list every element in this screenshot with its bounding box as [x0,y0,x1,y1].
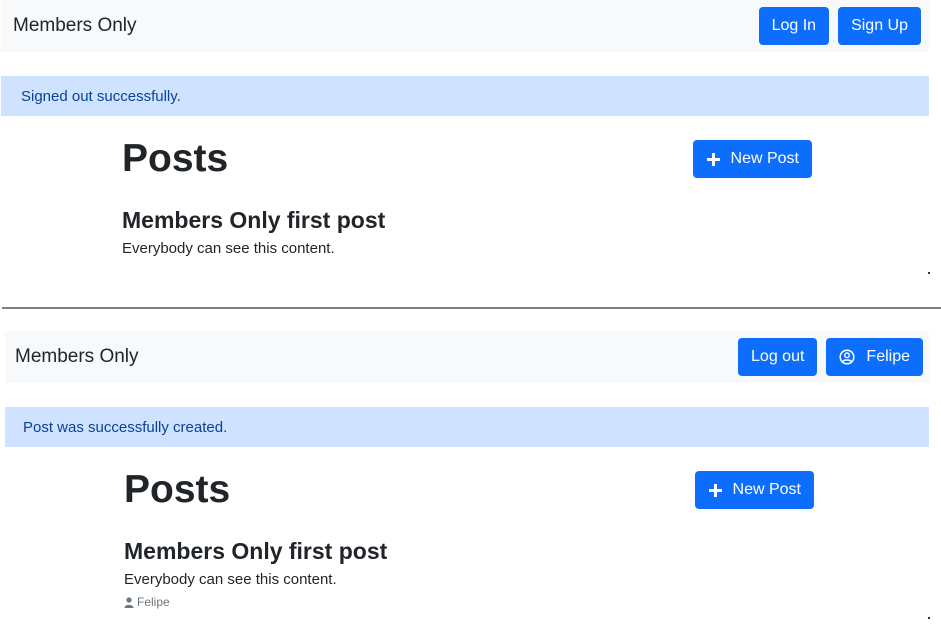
plus-icon [706,152,720,166]
new-post-button[interactable]: New Post [694,471,814,509]
navbar: Members Only Log In Sign Up [1,0,929,52]
posts-header: Posts New Post [124,467,814,513]
post-item: Members Only first post Everybody can se… [122,206,812,259]
plus-icon [708,483,722,497]
navbar-actions: Log out Felipe [738,338,923,376]
post-item: Members Only first post Everybody can se… [124,537,814,609]
screen-divider [2,307,941,309]
brand-link[interactable]: Members Only [15,346,139,368]
flash-notice: Signed out successfully. [1,76,929,116]
post-body: Everybody can see this content. [122,240,335,257]
user-name-label: Felipe [866,348,910,365]
page-title: Posts [124,468,231,511]
posts-header: Posts New Post [122,136,812,182]
user-icon [124,596,134,608]
new-post-label: New Post [732,481,801,498]
new-post-button[interactable]: New Post [692,140,812,178]
user-profile-button[interactable]: Felipe [826,338,923,376]
corner-mark [928,272,930,274]
post-body: Everybody can see this content. [124,571,337,588]
flash-notice: Post was successfully created. [5,407,929,447]
logout-button[interactable]: Log out [738,338,818,376]
login-button[interactable]: Log In [758,7,830,45]
posts-section: Posts New Post Members Only first post E… [122,136,812,259]
post-title: Members Only first post [124,538,388,564]
logged-in-view: Members Only Log out Felipe Post was suc… [0,311,941,630]
user-circle-icon [839,349,855,365]
signup-button[interactable]: Sign Up [838,7,921,45]
post-author-name: Felipe [137,595,170,609]
post-title: Members Only first post [122,207,386,233]
logged-out-view: Members Only Log In Sign Up Signed out s… [0,0,941,290]
post-author: Felipe [124,595,814,609]
new-post-label: New Post [730,150,799,167]
brand-link[interactable]: Members Only [13,15,137,37]
navbar-actions: Log In Sign Up [758,7,921,45]
posts-section: Posts New Post Members Only first post E… [124,467,814,609]
corner-mark [928,617,930,619]
page-title: Posts [122,137,229,180]
navbar: Members Only Log out Felipe [5,331,929,383]
